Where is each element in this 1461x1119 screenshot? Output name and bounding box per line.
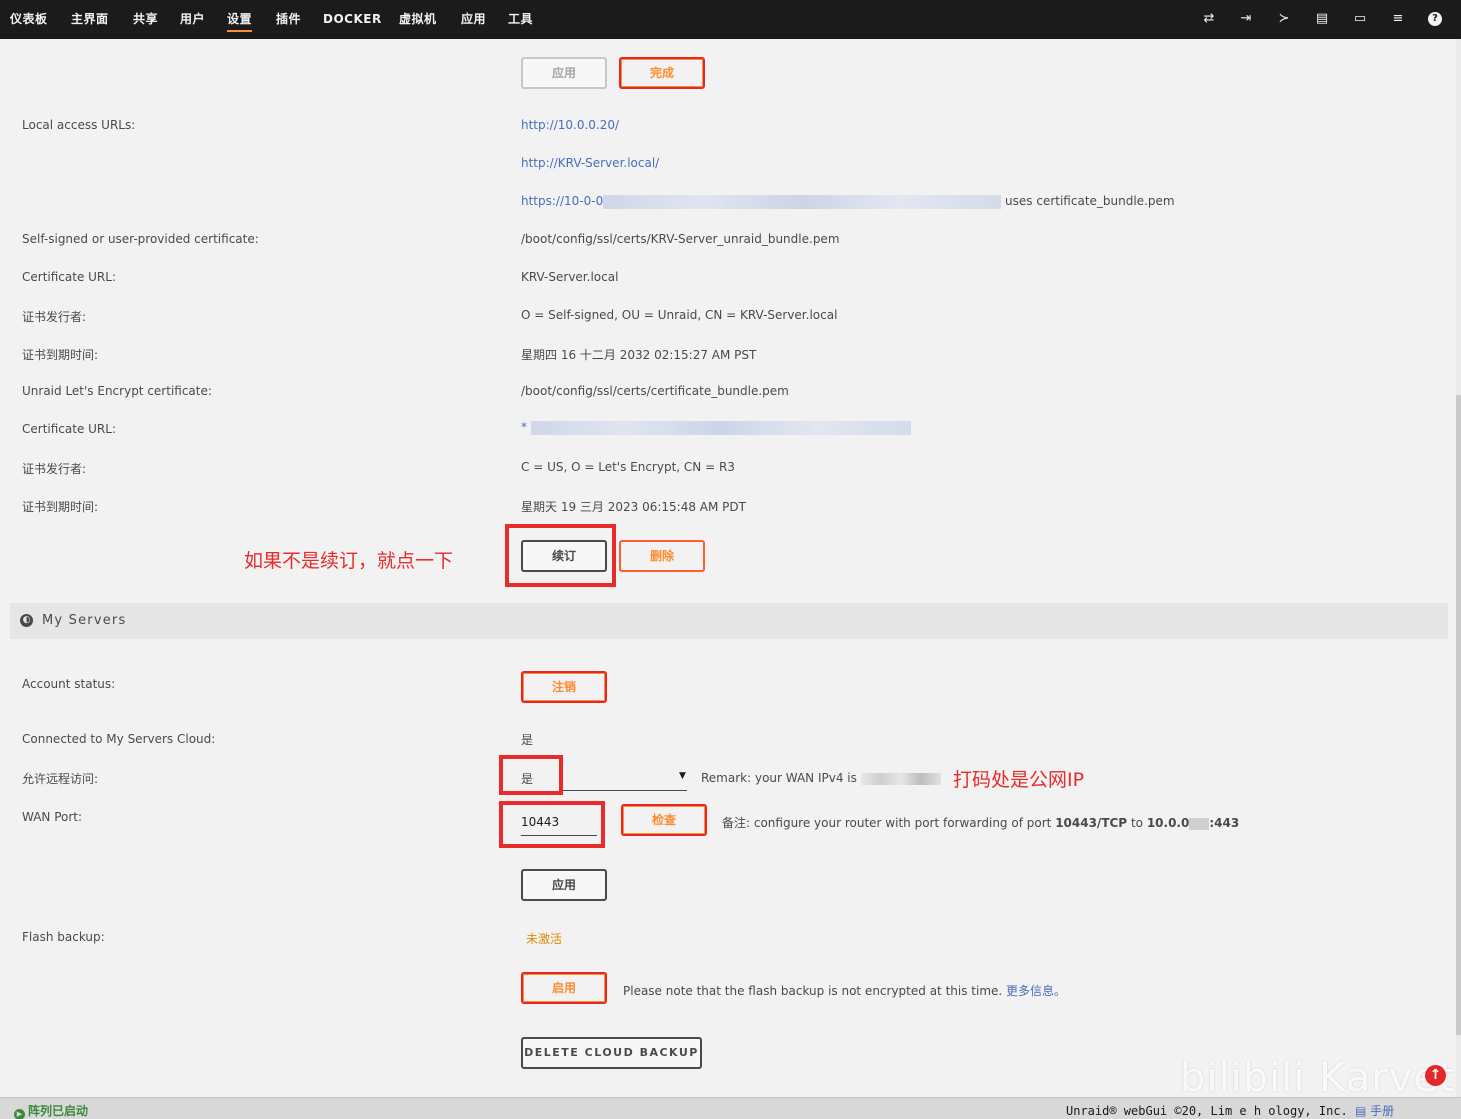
done-button[interactable]: 完成	[619, 57, 705, 89]
le-cert-value: /boot/config/ssl/certs/certificate_bundl…	[521, 384, 789, 398]
nav-settings[interactable]: 设置	[227, 10, 253, 32]
more-info-link[interactable]: 更多信息。	[1006, 984, 1066, 998]
le-cert-url-row: *	[521, 420, 911, 435]
self-signed-label: Self-signed or user-provided certificate…	[22, 232, 259, 246]
cert-url-value: KRV-Server.local	[521, 270, 619, 284]
account-status-label: Account status:	[22, 677, 116, 691]
top-nav-bar: 仪表板 主界面 共享 用户 设置 插件 DOCKER 虚拟机 应用 工具 ⇄ ⇥…	[0, 0, 1461, 39]
le-cert-url-value[interactable]: *	[521, 420, 527, 434]
local-url-https-note: uses certificate_bundle.pem	[1005, 194, 1175, 208]
logout-icon[interactable]: ⇥	[1238, 11, 1254, 27]
redacted-blur	[1189, 817, 1210, 830]
switch-icon[interactable]: ⇄	[1201, 11, 1217, 27]
feedback-icon[interactable]: ▤	[1314, 11, 1330, 27]
cert-issuer-label: 证书发行者:	[22, 310, 87, 324]
delete-cert-button[interactable]: 删除	[619, 540, 705, 572]
play-icon: ▶	[14, 1109, 25, 1119]
annotation-renew: 如果不是续订，就点一下	[244, 550, 454, 572]
nav-dashboard[interactable]: 仪表板	[10, 10, 48, 32]
flash-backup-label: Flash backup:	[22, 930, 105, 944]
chevron-down-icon[interactable]: ▼	[679, 771, 686, 781]
le-cert-issuer-value: C = US, O = Let's Encrypt, CN = R3	[521, 460, 735, 474]
my-servers-section-header: ◐ My Servers	[10, 603, 1448, 639]
sign-out-button[interactable]: 注销	[521, 671, 607, 703]
le-cert-url-label: Certificate URL:	[22, 422, 116, 436]
monitor-icon[interactable]: ▭	[1352, 11, 1368, 27]
connected-value: 是	[521, 733, 534, 747]
manual-link[interactable]: ▤ 手册	[1355, 1104, 1394, 1118]
flash-backup-status: 未激活	[526, 932, 563, 946]
cert-expiry-label: 证书到期时间:	[22, 348, 99, 362]
select-underline	[563, 790, 687, 791]
footer-copyright: Unraid® webGui ©20, Lim e h ology, Inc. …	[1066, 1104, 1395, 1118]
apply-button-wan[interactable]: 应用	[521, 869, 607, 901]
redacted-blur	[603, 194, 1002, 209]
nav-vms[interactable]: 虚拟机	[399, 10, 437, 32]
wan-port-label: WAN Port:	[22, 810, 83, 824]
le-cert-expiry-value: 星期天 19 三月 2023 06:15:48 AM PDT	[521, 500, 746, 514]
book-icon: ▤	[1355, 1104, 1367, 1118]
scroll-to-top-button[interactable]: ↑	[1425, 1065, 1446, 1086]
renew-button[interactable]: 续订	[521, 540, 607, 572]
input-underline	[521, 835, 597, 836]
local-urls-label: Local access URLs:	[22, 118, 136, 132]
connected-label: Connected to My Servers Cloud:	[22, 732, 216, 746]
enable-backup-button[interactable]: 启用	[521, 972, 607, 1004]
cert-issuer-value: O = Self-signed, OU = Unraid, CN = KRV-S…	[521, 308, 838, 322]
scrollbar-thumb[interactable]	[1456, 395, 1461, 1035]
nav-apps[interactable]: 应用	[461, 10, 486, 32]
local-url-ip[interactable]: http://10.0.0.20/	[521, 118, 619, 132]
section-title: My Servers	[42, 613, 127, 628]
nav-users[interactable]: 用户	[180, 10, 205, 32]
terminal-icon[interactable]: ≻	[1276, 11, 1292, 27]
cert-url-label: Certificate URL:	[22, 270, 116, 284]
globe-icon: ◐	[20, 614, 33, 627]
wan-port-note: 备注: configure your router with port forw…	[722, 816, 1240, 830]
wan-ip-remark: Remark: your WAN IPv4 is	[701, 771, 941, 785]
wan-port-input[interactable]	[521, 812, 597, 832]
annotation-public-ip: 打码处是公网IP	[953, 769, 1085, 791]
le-cert-expiry-label: 证书到期时间:	[22, 500, 99, 514]
apply-button-top[interactable]: 应用	[521, 57, 607, 89]
local-url-hostname[interactable]: http://KRV-Server.local/	[521, 156, 659, 170]
remote-access-label: 允许远程访问:	[22, 772, 99, 786]
remote-access-select[interactable]: 是	[521, 770, 533, 787]
redacted-blur	[530, 420, 911, 435]
check-port-button[interactable]: 检查	[621, 804, 707, 836]
bilibili-watermark: bilibili Karvet	[1180, 1055, 1456, 1101]
help-icon[interactable]: ?	[1428, 12, 1442, 26]
array-status: ▶ 阵列已启动	[14, 1102, 88, 1119]
cert-expiry-value: 星期四 16 十二月 2032 02:15:27 AM PST	[521, 348, 757, 362]
footer-bar: ▶ 阵列已启动 Unraid® webGui ©20, Lim e h ology…	[0, 1097, 1461, 1119]
redacted-blur	[860, 772, 941, 785]
nav-main[interactable]: 主界面	[71, 10, 109, 32]
le-cert-issuer-label: 证书发行者:	[22, 462, 87, 476]
log-icon[interactable]: ≡	[1390, 11, 1406, 27]
delete-cloud-backup-button[interactable]: DELETE CLOUD BACKUP	[521, 1037, 702, 1069]
nav-docker[interactable]: DOCKER	[323, 10, 382, 32]
nav-tools[interactable]: 工具	[508, 10, 533, 32]
local-url-https-row: https://10-0-0 uses certificate_bundle.p…	[521, 194, 1175, 209]
local-url-https[interactable]: https://10-0-0	[521, 194, 603, 208]
flash-backup-note: Please note that the flash backup is not…	[623, 984, 1067, 998]
nav-shares[interactable]: 共享	[133, 10, 158, 32]
le-cert-label: Unraid Let's Encrypt certificate:	[22, 384, 212, 398]
nav-plugins[interactable]: 插件	[276, 10, 301, 32]
self-signed-value: /boot/config/ssl/certs/KRV-Server_unraid…	[521, 232, 840, 246]
